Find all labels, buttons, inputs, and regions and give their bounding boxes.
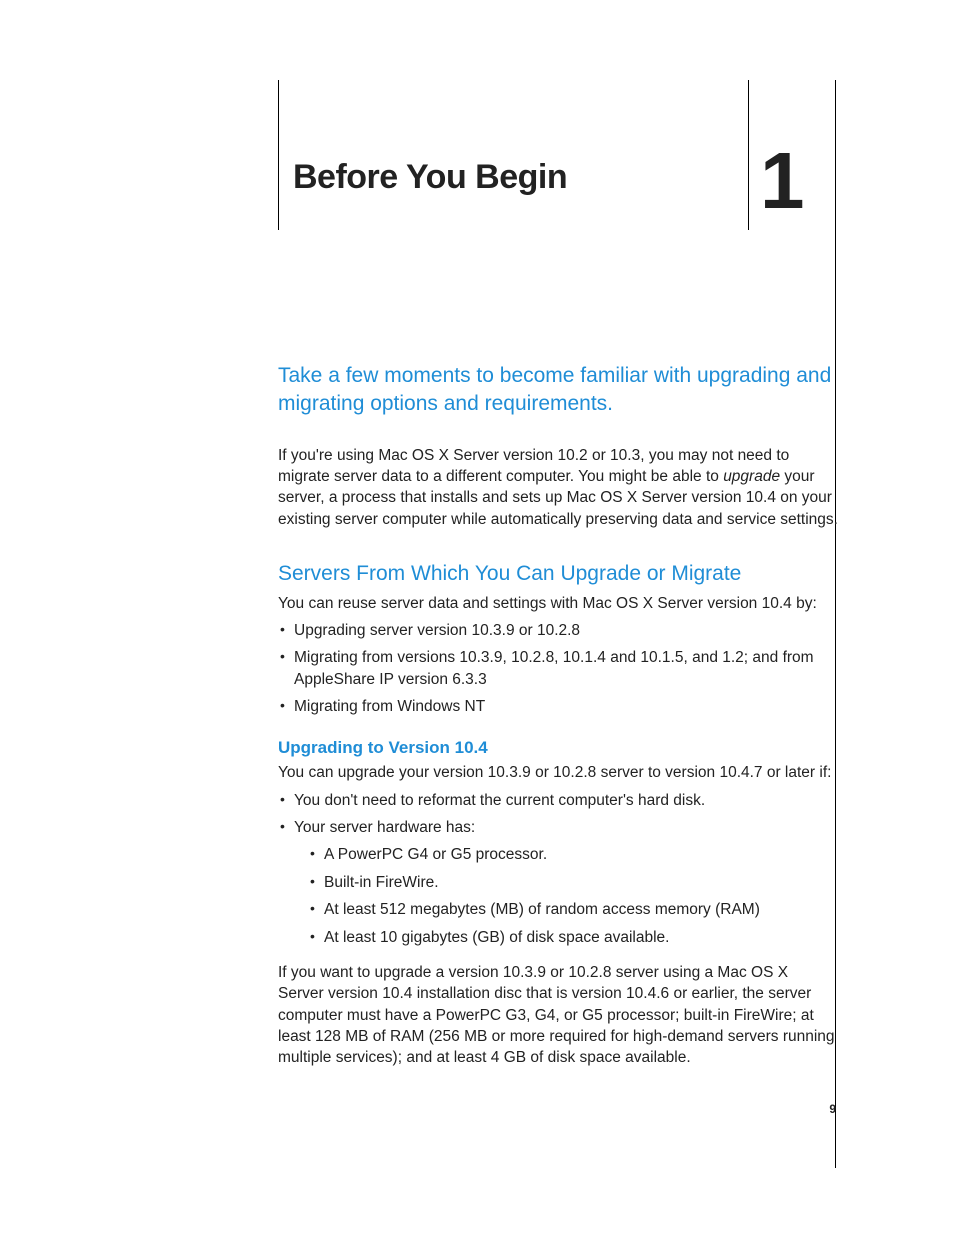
intro-text-em: upgrade [723, 468, 780, 485]
section-heading-servers: Servers From Which You Can Upgrade or Mi… [278, 560, 838, 588]
list-item: Upgrading server version 10.3.9 or 10.2.… [278, 620, 838, 641]
section-heading-upgrading: Upgrading to Version 10.4 [278, 737, 838, 760]
intro-callout: Take a few moments to become familiar wi… [278, 362, 838, 419]
section2-bullets: You don't need to reformat the current c… [278, 790, 838, 948]
list-item: At least 10 gigabytes (GB) of disk space… [308, 927, 838, 948]
page: Before You Begin 1 Take a few moments to… [0, 0, 954, 1235]
list-item: Migrating from Windows NT [278, 696, 838, 717]
list-item-text: Your server hardware has: [294, 819, 475, 836]
list-item: You don't need to reformat the current c… [278, 790, 838, 811]
content-column: Take a few moments to become familiar wi… [278, 362, 838, 1093]
page-number: 9 [829, 1102, 836, 1116]
section1-lead: You can reuse server data and settings w… [278, 593, 838, 614]
intro-paragraph: If you're using Mac OS X Server version … [278, 445, 838, 531]
section2-tail: If you want to upgrade a version 10.3.9 … [278, 962, 838, 1069]
rule-right-top [748, 80, 749, 230]
chapter-title: Before You Begin [293, 158, 567, 197]
list-item: At least 512 megabytes (MB) of random ac… [308, 899, 838, 920]
list-item: Built-in FireWire. [308, 872, 838, 893]
list-item: Migrating from versions 10.3.9, 10.2.8, … [278, 647, 838, 690]
chapter-number: 1 [760, 135, 803, 227]
section1-bullets: Upgrading server version 10.3.9 or 10.2.… [278, 620, 838, 718]
section2-nested-bullets: A PowerPC G4 or G5 processor. Built-in F… [294, 844, 838, 948]
rule-left-top [278, 80, 279, 230]
section2-lead: You can upgrade your version 10.3.9 or 1… [278, 762, 838, 783]
list-item: Your server hardware has: A PowerPC G4 o… [278, 817, 838, 948]
intro-text-pre: If you're using Mac OS X Server version … [278, 447, 789, 485]
list-item: A PowerPC G4 or G5 processor. [308, 844, 838, 865]
